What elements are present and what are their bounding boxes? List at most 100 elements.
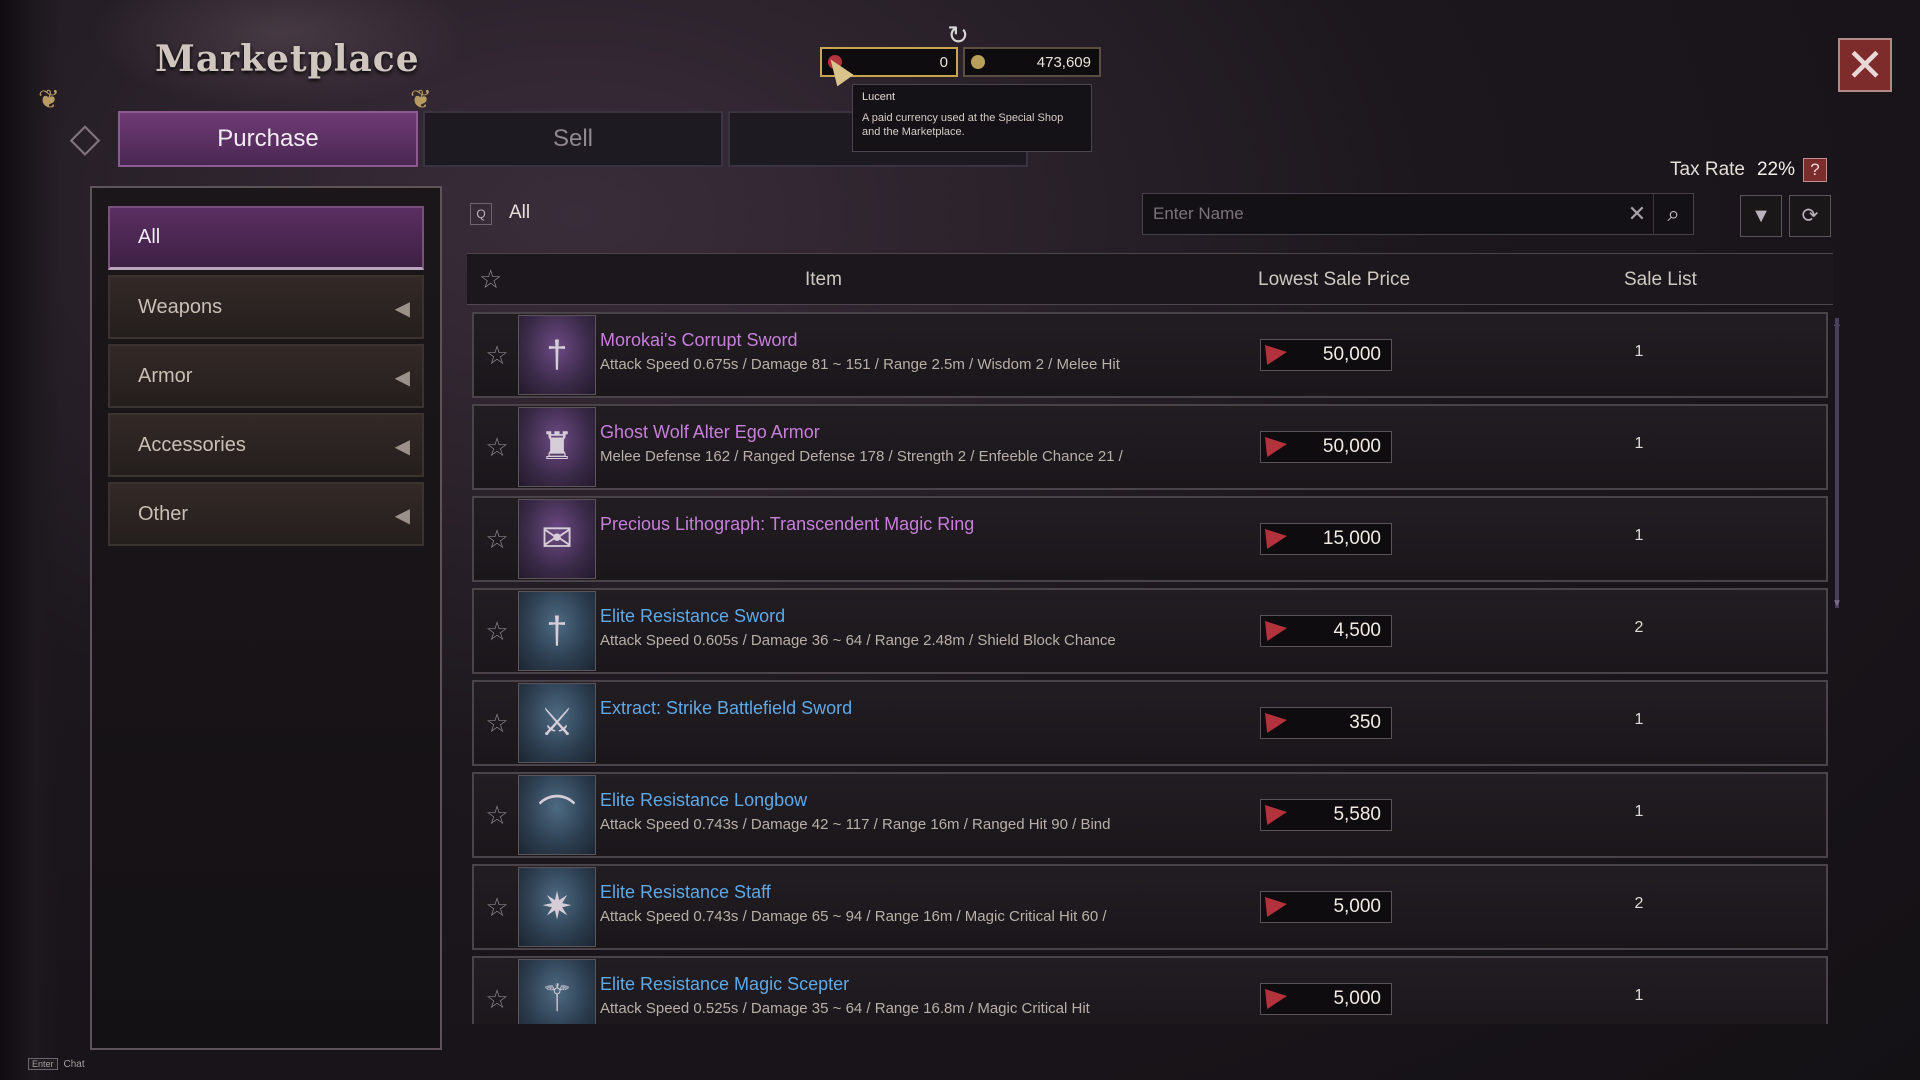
tab-back-arrow-icon[interactable]: ◇ [55, 116, 115, 160]
lucent-icon [1265, 437, 1287, 457]
price-value: 5,000 [1333, 896, 1381, 917]
sale-list-count: 2 [1634, 895, 1644, 912]
category-panel: All Weapons ◀ Armor ◀ Accessories ◀ Othe… [90, 186, 442, 1050]
category-armor[interactable]: Armor ◀ [108, 344, 424, 408]
lucent-amount: 0 [939, 53, 948, 71]
category-other[interactable]: Other ◀ [108, 482, 424, 546]
price-value: 5,580 [1333, 804, 1381, 825]
table-row[interactable]: ☆ ⚔ Extract: Strike Battlefield Sword 35… [472, 680, 1828, 766]
item-stats: Attack Speed 0.605s / Damage 36 ~ 64 / R… [600, 632, 1116, 649]
lucent-icon [1265, 621, 1287, 641]
armor-icon: ♜ [539, 426, 575, 468]
favorite-star-icon[interactable]: ☆ [480, 498, 514, 580]
sale-list-count: 1 [1634, 987, 1644, 1004]
table-row[interactable]: ☆ ♜ Ghost Wolf Alter Ego Armor Melee Def… [472, 404, 1828, 490]
item-stats: Attack Speed 0.525s / Damage 35 ~ 64 / R… [600, 1000, 1090, 1017]
sale-list-count: 2 [1634, 619, 1644, 636]
item-name[interactable]: Elite Resistance Sword [600, 606, 785, 627]
item-thumbnail: ✉ [518, 499, 596, 579]
table-row[interactable]: ☆ ✷ Elite Resistance Staff Attack Speed … [472, 864, 1828, 950]
item-name[interactable]: Elite Resistance Magic Scepter [600, 974, 849, 995]
enter-key-hint[interactable]: Enter [28, 1058, 58, 1070]
item-stats: Attack Speed 0.675s / Damage 81 ~ 151 / … [600, 356, 1120, 373]
gold-currency[interactable]: 473,609 [963, 47, 1101, 77]
table-row[interactable]: ☆ † Morokai's Corrupt Sword Attack Speed… [472, 312, 1828, 398]
tooltip-description: A paid currency used at the Special Shop… [862, 112, 1064, 138]
table-row[interactable]: ☆ ⌒ Elite Resistance Longbow Attack Spee… [472, 772, 1828, 858]
column-header-sale-list[interactable]: Sale List [1624, 269, 1697, 291]
tax-rate-value: 22% [1756, 159, 1796, 180]
item-name[interactable]: Elite Resistance Staff [600, 882, 771, 903]
favorite-star-icon[interactable]: ☆ [480, 958, 514, 1024]
tax-rate-label: Tax Rate [1670, 159, 1745, 180]
chevron-left-icon: ◀ [394, 298, 410, 320]
table-row[interactable]: ☆ ✉ Precious Lithograph: Transcendent Ma… [472, 496, 1828, 582]
item-name[interactable]: Ghost Wolf Alter Ego Armor [600, 422, 820, 443]
item-thumbnail: † [518, 315, 596, 395]
favorite-star-icon[interactable]: ☆ [480, 590, 514, 672]
close-button[interactable]: ✕ [1838, 38, 1892, 92]
category-label: Accessories [138, 433, 246, 456]
item-name[interactable]: Morokai's Corrupt Sword [600, 330, 798, 351]
search-icon[interactable]: ⌕ [1653, 194, 1693, 234]
tab-sell[interactable]: Sell [423, 111, 723, 167]
category-label: Armor [138, 364, 193, 387]
lucent-icon [1265, 713, 1287, 733]
table-row[interactable]: ☆ ⚚ Elite Resistance Magic Scepter Attac… [472, 956, 1828, 1024]
current-filter-label: All [509, 202, 531, 223]
favorite-star-icon[interactable]: ☆ [480, 774, 514, 856]
item-thumbnail: ♜ [518, 407, 596, 487]
scepter-icon: ⚚ [539, 978, 575, 1020]
favorite-filter-star-icon[interactable]: ☆ [479, 264, 502, 295]
price-value: 50,000 [1322, 344, 1381, 365]
gold-amount: 473,609 [1036, 53, 1091, 71]
chevron-left-icon: ◀ [394, 436, 410, 458]
sword-icon: † [546, 334, 568, 376]
sword-icon: ⚔ [539, 702, 575, 744]
lucent-icon [1265, 345, 1287, 365]
price-value: 4,500 [1333, 620, 1381, 641]
clear-search-icon[interactable]: ✕ [1621, 201, 1653, 227]
favorite-star-icon[interactable]: ☆ [480, 866, 514, 948]
item-name[interactable]: Elite Resistance Longbow [600, 790, 807, 811]
filter-hotkey[interactable]: Q [470, 203, 492, 225]
lucent-icon [1265, 805, 1287, 825]
lucent-icon [1265, 897, 1287, 917]
gold-coin-icon [971, 55, 985, 69]
tax-help-button[interactable]: ? [1803, 158, 1828, 182]
favorite-star-icon[interactable]: ☆ [480, 314, 514, 396]
window-frame-left [0, 0, 60, 1080]
item-thumbnail: ✷ [518, 867, 596, 947]
sword-icon: † [546, 610, 568, 652]
category-label: All [138, 226, 161, 248]
category-accessories[interactable]: Accessories ◀ [108, 413, 424, 477]
tab-purchase[interactable]: Purchase [118, 111, 418, 167]
table-row[interactable]: ☆ † Elite Resistance Sword Attack Speed … [472, 588, 1828, 674]
price-box: 4,500 [1260, 615, 1392, 647]
price-value: 350 [1349, 712, 1381, 733]
chat-hint: Enter Chat [28, 1058, 85, 1070]
search-input[interactable] [1143, 194, 1621, 234]
item-name[interactable]: Extract: Strike Battlefield Sword [600, 698, 852, 719]
item-thumbnail: ⚚ [518, 959, 596, 1024]
refresh-list-icon[interactable]: ⟳ [1789, 195, 1831, 237]
item-name[interactable]: Precious Lithograph: Transcendent Magic … [600, 514, 974, 535]
favorite-star-icon[interactable]: ☆ [480, 406, 514, 488]
column-header-price[interactable]: Lowest Sale Price [1258, 269, 1410, 291]
filter-funnel-icon[interactable]: ▼ [1740, 195, 1782, 237]
currency-refresh-icon[interactable]: ↻ [943, 20, 973, 50]
category-weapons[interactable]: Weapons ◀ [108, 275, 424, 339]
scroll-down-icon[interactable]: ▼ [1832, 598, 1842, 609]
lucent-icon [1265, 529, 1287, 549]
price-box: 5,580 [1260, 799, 1392, 831]
favorite-star-icon[interactable]: ☆ [480, 682, 514, 764]
chevron-left-icon: ◀ [394, 367, 410, 389]
price-box: 350 [1260, 707, 1392, 739]
sale-list-count: 1 [1634, 527, 1644, 544]
chat-label: Chat [63, 1058, 85, 1070]
scrollbar-thumb[interactable] [1835, 318, 1839, 608]
price-box: 50,000 [1260, 431, 1392, 463]
category-all[interactable]: All [108, 206, 424, 270]
close-icon: ✕ [1845, 38, 1885, 92]
price-value: 15,000 [1322, 528, 1381, 549]
